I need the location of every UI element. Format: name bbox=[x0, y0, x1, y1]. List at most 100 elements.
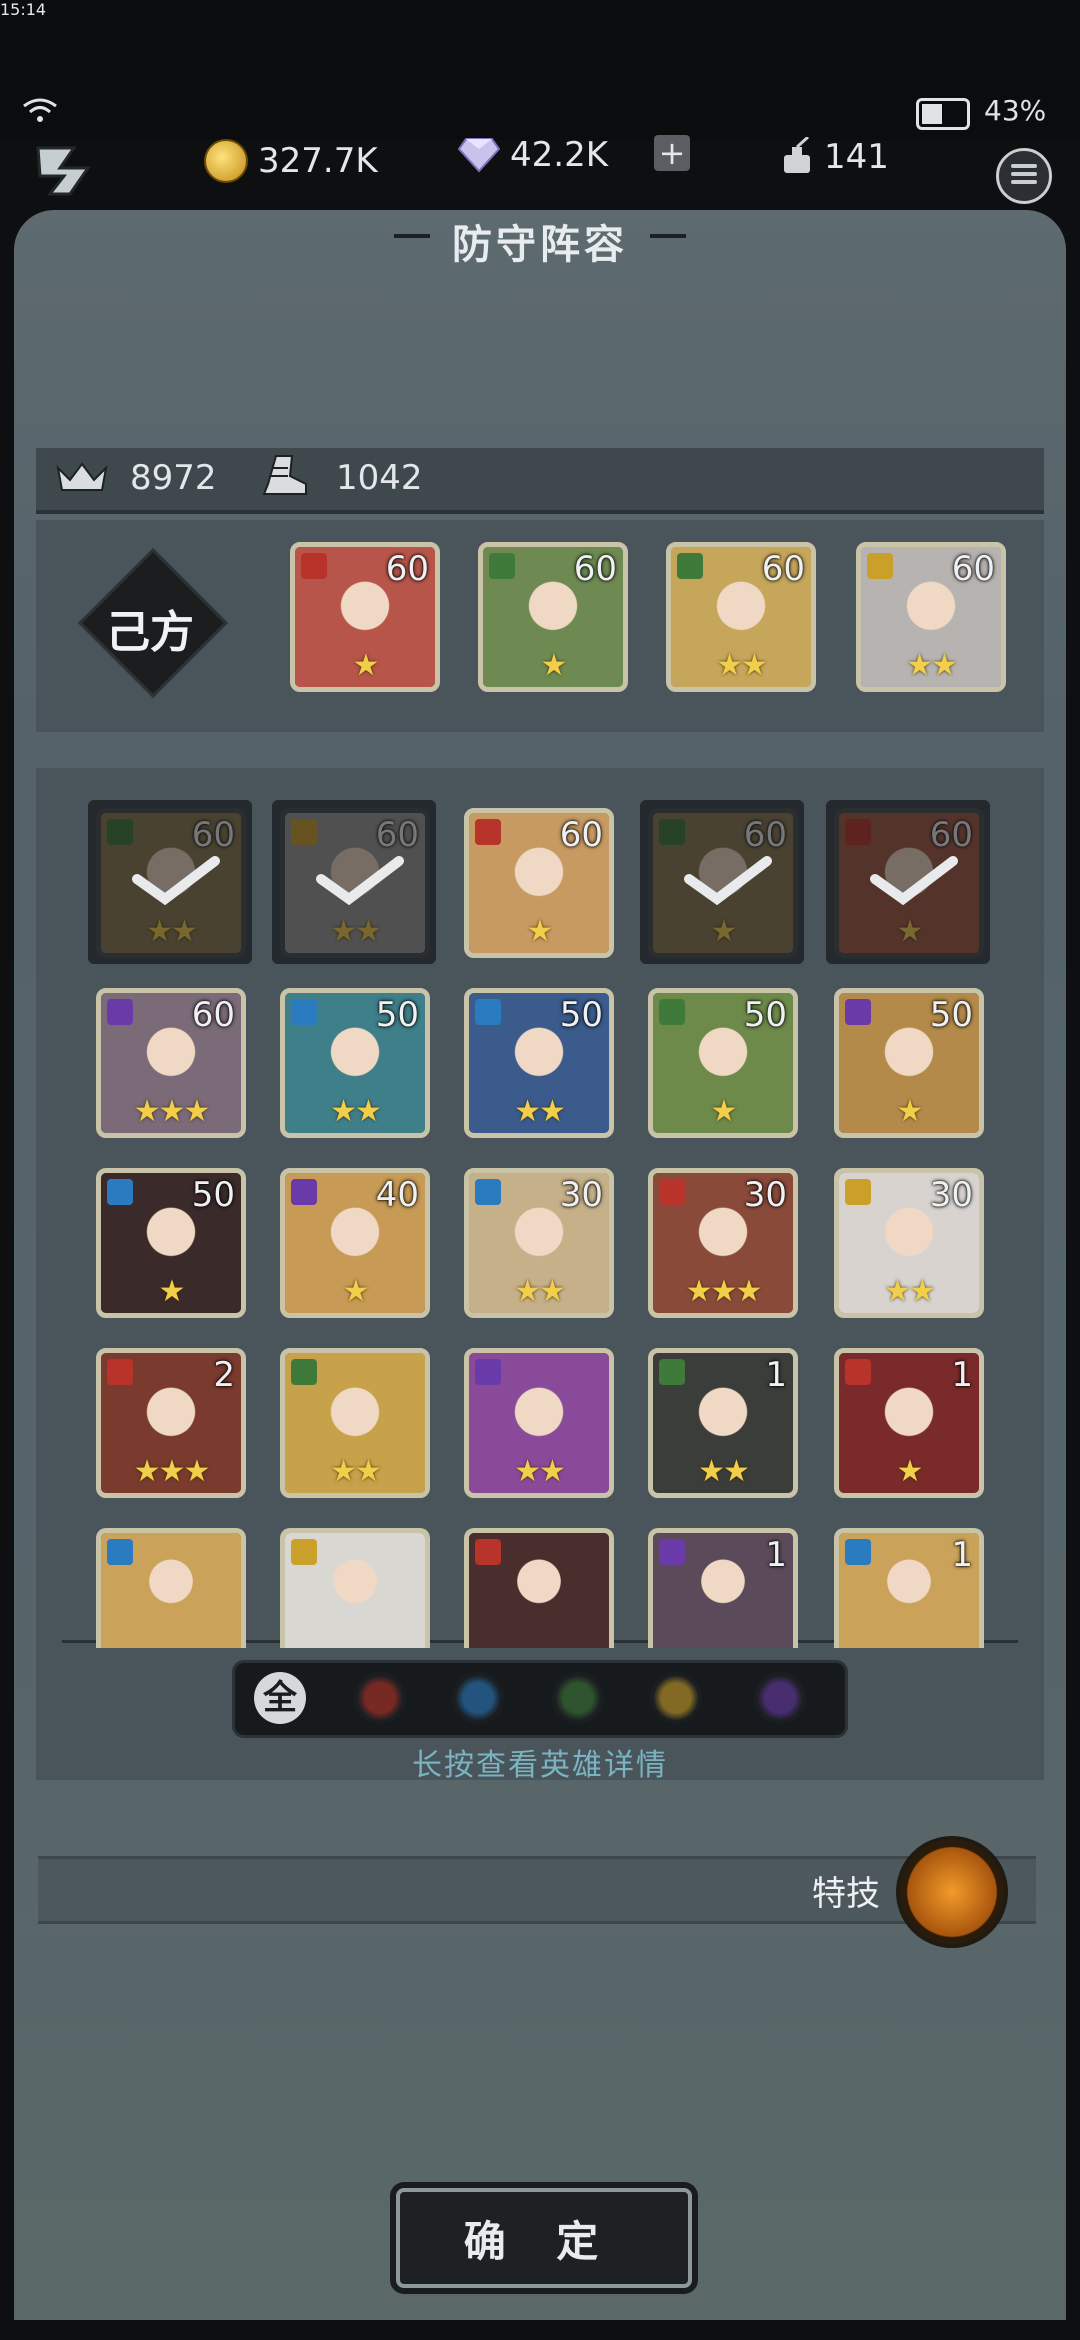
hero-stars: ★ bbox=[526, 914, 554, 949]
battery-level bbox=[922, 104, 942, 124]
add-gems-button[interactable]: + bbox=[654, 135, 690, 171]
fire-element-icon bbox=[475, 1539, 501, 1565]
page-title: 防守阵容 bbox=[452, 222, 628, 268]
gold-coin-icon bbox=[204, 139, 248, 183]
lineup-hero-slot[interactable]: 60 ★★ bbox=[666, 542, 816, 692]
hero-stars: ★ bbox=[710, 914, 738, 949]
hero-level: 60 bbox=[743, 815, 787, 855]
fire-element-icon bbox=[475, 819, 501, 845]
hero-level: 50 bbox=[559, 995, 603, 1035]
lineup-hero-slot[interactable]: 60 ★★ bbox=[856, 542, 1006, 692]
roster-hero-card[interactable]: 50 ★ bbox=[834, 988, 984, 1138]
fire-element-icon bbox=[107, 1359, 133, 1385]
roster-hero-card[interactable]: 1 bbox=[648, 1528, 798, 1648]
special-skill-bar[interactable] bbox=[38, 1856, 1036, 1924]
roster-hero-card[interactable]: 60 ★ bbox=[464, 808, 614, 958]
filter-all-button[interactable]: 全 bbox=[254, 1672, 306, 1724]
dark-element-icon bbox=[845, 999, 871, 1025]
hero-level: 60 bbox=[191, 815, 235, 855]
hero-stars: ★★ bbox=[514, 1274, 566, 1309]
hero-level: 60 bbox=[385, 549, 429, 589]
hero-level: 50 bbox=[375, 995, 419, 1035]
roster-hero-card[interactable]: 2 ★★★ bbox=[96, 1348, 246, 1498]
water-element-icon bbox=[107, 1179, 133, 1205]
hero-level: 1 bbox=[765, 1535, 787, 1575]
filter-light-button[interactable] bbox=[650, 1672, 702, 1724]
roster-hero-card[interactable]: 40 ★ bbox=[280, 1168, 430, 1318]
diamond-icon bbox=[458, 138, 500, 173]
confirm-label: 确 定 bbox=[463, 2217, 617, 2266]
filter-dark-button[interactable] bbox=[754, 1672, 806, 1724]
status-time: 15:14 bbox=[0, 0, 47, 19]
filter-fire-button[interactable] bbox=[354, 1672, 406, 1724]
fire-element-icon bbox=[845, 819, 871, 845]
roster-hero-card[interactable]: 60 ★ bbox=[648, 808, 798, 958]
roster-hero-card[interactable]: 1 bbox=[834, 1528, 984, 1648]
boot-icon bbox=[262, 455, 307, 495]
stamina-counter: 141 bbox=[780, 132, 889, 182]
wifi-icon bbox=[23, 98, 57, 122]
hero-stars: ★★★ bbox=[133, 1094, 211, 1129]
roster-hero-card[interactable]: 60 ★★ bbox=[96, 808, 246, 958]
dark-element-icon bbox=[291, 1179, 317, 1205]
hero-level: 30 bbox=[929, 1175, 973, 1215]
nature-element-icon bbox=[659, 1359, 685, 1385]
hero-stars: ★ bbox=[352, 648, 380, 683]
dark-element-icon bbox=[475, 1359, 501, 1385]
battery-percent: 43% bbox=[984, 94, 1047, 127]
gold-value: 327.7K bbox=[258, 141, 378, 181]
roster-hero-card[interactable]: 50 ★ bbox=[96, 1168, 246, 1318]
roster-hero-card[interactable]: 1 ★ bbox=[834, 1348, 984, 1498]
back-arrow-icon[interactable] bbox=[30, 140, 100, 202]
roster-hero-card[interactable]: 1 ★★ bbox=[648, 1348, 798, 1498]
roster-hero-card[interactable]: 60 ★★★ bbox=[96, 988, 246, 1138]
roster-hero-card[interactable] bbox=[96, 1528, 246, 1648]
hero-stars: ★ bbox=[896, 1094, 924, 1129]
light-element-icon bbox=[867, 553, 893, 579]
crown-value: 8972 bbox=[130, 458, 217, 498]
roster-hero-card[interactable]: 60 ★ bbox=[834, 808, 984, 958]
hero-stars: ★★ bbox=[146, 914, 198, 949]
hero-level: 30 bbox=[743, 1175, 787, 1215]
hero-level: 1 bbox=[765, 1355, 787, 1395]
filter-water-button[interactable] bbox=[452, 1672, 504, 1724]
gold-counter: 327.7K bbox=[204, 136, 378, 186]
hero-stars: ★ bbox=[896, 914, 924, 949]
hero-stars: ★ bbox=[710, 1094, 738, 1129]
hero-level: 60 bbox=[191, 995, 235, 1035]
roster-hero-card[interactable]: 60 ★★ bbox=[280, 808, 430, 958]
hero-stars: ★ bbox=[342, 1274, 370, 1309]
hero-stars: ★★ bbox=[698, 1454, 750, 1489]
light-element-icon bbox=[845, 1179, 871, 1205]
hero-stars: ★★ bbox=[514, 1094, 566, 1129]
hero-level: 50 bbox=[191, 1175, 235, 1215]
ink-bottle-icon bbox=[784, 137, 810, 173]
hero-level: 60 bbox=[559, 815, 603, 855]
lineup-hero-slot[interactable]: 60 ★ bbox=[478, 542, 628, 692]
light-element-icon bbox=[291, 1539, 317, 1565]
roster-hero-card[interactable]: 50 ★★ bbox=[464, 988, 614, 1138]
hero-stars: ★★ bbox=[330, 1454, 382, 1489]
roster-hero-card[interactable]: 30 ★★ bbox=[834, 1168, 984, 1318]
roster-hero-card[interactable]: ★★ bbox=[464, 1348, 614, 1498]
hero-stars: ★★ bbox=[716, 648, 768, 683]
roster-hero-card[interactable]: ★★ bbox=[280, 1348, 430, 1498]
hero-level: 60 bbox=[951, 549, 995, 589]
special-skill-icon[interactable] bbox=[896, 1836, 1008, 1948]
title-ornament-right bbox=[650, 234, 686, 238]
roster-hero-card[interactable] bbox=[280, 1528, 430, 1648]
menu-button[interactable] bbox=[996, 148, 1052, 204]
roster-hero-card[interactable] bbox=[464, 1528, 614, 1648]
filter-nature-button[interactable] bbox=[552, 1672, 604, 1724]
hero-stars: ★★★ bbox=[133, 1454, 211, 1489]
hero-level: 60 bbox=[375, 815, 419, 855]
water-element-icon bbox=[475, 1179, 501, 1205]
roster-hero-card[interactable]: 30 ★★★ bbox=[648, 1168, 798, 1318]
roster-hero-card[interactable]: 50 ★★ bbox=[280, 988, 430, 1138]
roster-hero-card[interactable]: 30 ★★ bbox=[464, 1168, 614, 1318]
dark-element-icon bbox=[107, 999, 133, 1025]
lineup-hero-slot[interactable]: 60 ★ bbox=[290, 542, 440, 692]
roster-hero-card[interactable]: 50 ★ bbox=[648, 988, 798, 1138]
hero-stars: ★★★ bbox=[685, 1274, 763, 1309]
water-element-icon bbox=[107, 1539, 133, 1565]
